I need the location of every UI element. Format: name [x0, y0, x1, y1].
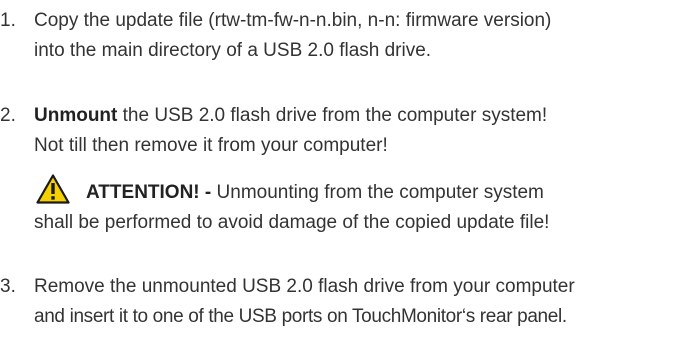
step-2-number: 2. [0, 105, 16, 126]
step-2-line-2: Not till then remove it from your comput… [34, 135, 388, 156]
step-2-line-1-rest: the USB 2.0 flash drive from the compute… [117, 105, 548, 126]
warning-line-2: shall be performed to avoid damage of th… [34, 212, 550, 233]
step-2-bold-word: Unmount [34, 105, 118, 126]
warning-line-1-rest: Unmounting from the computer system [211, 182, 544, 203]
step-1-line-2: into the main directory of a USB 2.0 fla… [34, 40, 432, 61]
step-2-line-1: Unmount the USB 2.0 flash drive from the… [34, 101, 547, 131]
warning-triangle-icon [36, 174, 70, 204]
step-3-number: 3. [0, 276, 16, 297]
step-1-line-1: Copy the update file (rtw-tm-fw-n-n.bin,… [34, 10, 552, 31]
step-3-line-1: Remove the unmounted USB 2.0 flash drive… [34, 276, 575, 297]
warning-label: ATTENTION! - [86, 182, 212, 203]
step-3-line-2: and insert it to one of the USB ports on… [34, 306, 567, 327]
warning-line-1: ATTENTION! - Unmounting from the compute… [86, 178, 544, 208]
step-1-number: 1. [0, 10, 16, 31]
